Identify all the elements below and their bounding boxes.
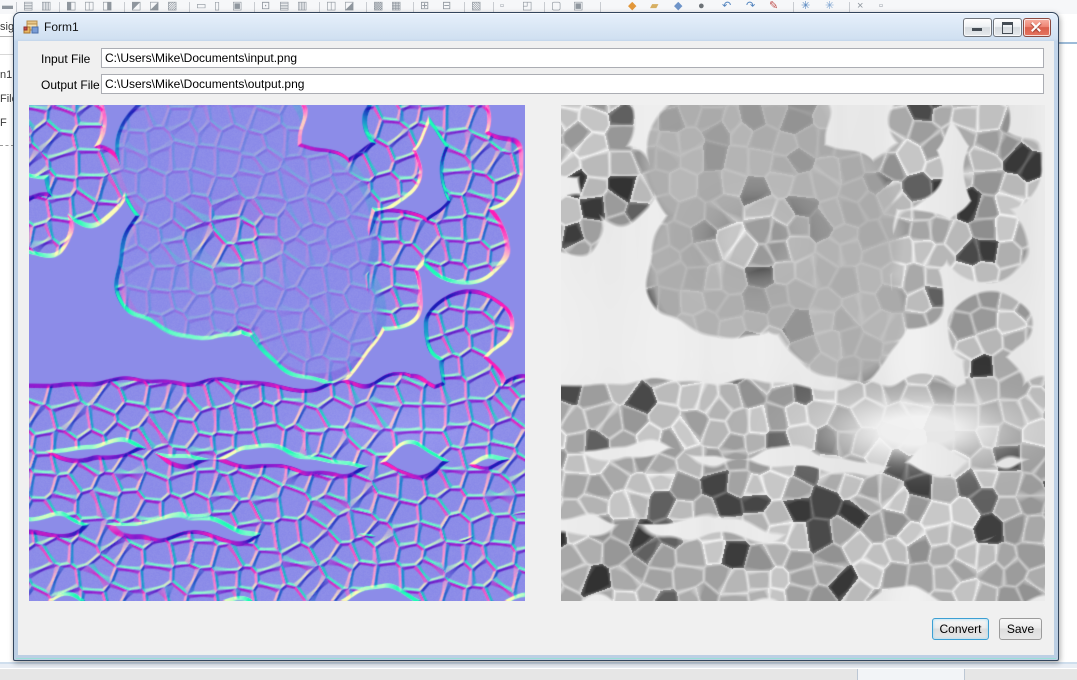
window-title: Form1 bbox=[44, 13, 79, 41]
minimize-button[interactable] bbox=[963, 18, 992, 37]
toolbar-handle-icon[interactable]: ▬ bbox=[2, 0, 13, 13]
output-file-field[interactable] bbox=[101, 74, 1044, 94]
toolbar-separator bbox=[16, 2, 17, 12]
panel-tab[interactable] bbox=[857, 669, 965, 680]
toolbar-separator bbox=[366, 2, 367, 12]
designer-bottom-panel bbox=[0, 661, 1077, 680]
form1-window: Form1 Input File Output File Convert Sav… bbox=[13, 12, 1059, 661]
input-file-field[interactable] bbox=[101, 48, 1044, 68]
toolbar-separator bbox=[849, 2, 850, 12]
clipped-text-fragment: n1 bbox=[0, 69, 14, 81]
output-image-preview bbox=[561, 105, 1045, 601]
output-file-label: Output File bbox=[41, 78, 100, 92]
toolbar-separator bbox=[600, 2, 601, 12]
minimize-icon bbox=[972, 28, 982, 31]
toolbar-separator bbox=[254, 2, 255, 12]
toolbar-separator bbox=[464, 2, 465, 12]
toolbar-separator bbox=[493, 2, 494, 12]
clipped-dashed-line bbox=[0, 145, 14, 146]
clipped-textbox-fragment bbox=[0, 36, 14, 55]
toolbar-separator bbox=[793, 2, 794, 12]
clipped-text-fragment: F bbox=[0, 117, 14, 129]
form-client-area: Input File Output File Convert Save bbox=[18, 41, 1054, 655]
toolbar-separator bbox=[59, 2, 60, 12]
screen: ▬▤▥◧◫◨◩◪▨▭▯▣⊡▤▥◫◪▩▦⊞⊟▧▫◰▢▣◆▰◆●↶↷✎✳✳×▫ si… bbox=[0, 0, 1077, 680]
toolbar-separator bbox=[124, 2, 125, 12]
toolbar-separator bbox=[413, 2, 414, 12]
frame-highlight bbox=[16, 658, 1056, 659]
maximize-button[interactable] bbox=[993, 18, 1022, 37]
save-button[interactable]: Save bbox=[999, 618, 1042, 640]
titlebar[interactable]: Form1 bbox=[14, 13, 1058, 41]
convert-button[interactable]: Convert bbox=[932, 618, 989, 640]
toolbar-separator bbox=[319, 2, 320, 12]
input-file-label: Input File bbox=[41, 52, 90, 66]
toolbar-separator bbox=[189, 2, 190, 12]
designer-left-fragments: sig n1 File F bbox=[0, 14, 14, 660]
toolbar-separator bbox=[544, 2, 545, 12]
clipped-text-fragment: File bbox=[0, 93, 14, 105]
panel-edge-band bbox=[0, 664, 1077, 668]
clipped-text-fragment: sig bbox=[0, 21, 14, 33]
close-button[interactable] bbox=[1023, 18, 1051, 37]
designer-panel-edge bbox=[1056, 42, 1077, 44]
form-icon bbox=[23, 19, 39, 35]
input-image-preview bbox=[29, 105, 525, 601]
maximize-icon bbox=[1002, 22, 1013, 34]
